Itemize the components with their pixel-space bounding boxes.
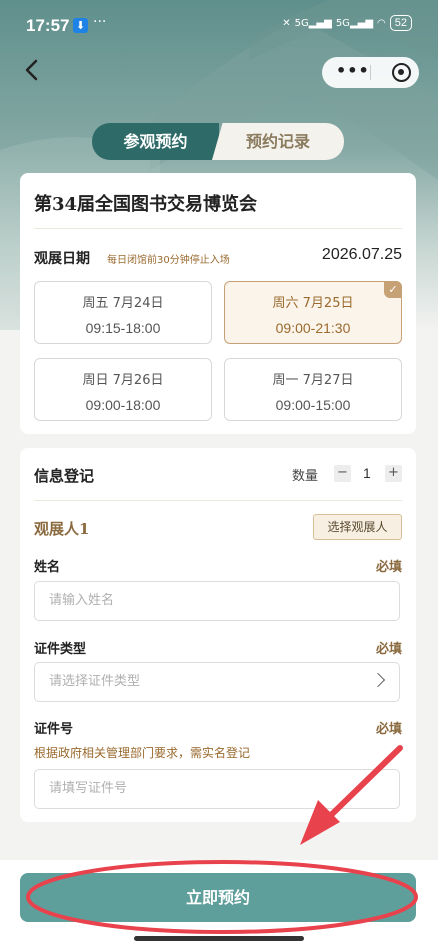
tab-bar: 参观预约 预约记录 <box>92 123 344 160</box>
id-number-required: 必填 <box>375 722 402 737</box>
visit-date-label: 观展日期 <box>34 251 90 267</box>
title-divider <box>34 228 402 229</box>
day-date: 周六 7月25日 <box>272 296 354 311</box>
id-number-label: 证件号 <box>34 722 74 737</box>
name-required: 必填 <box>375 560 402 575</box>
quantity-plus-button[interactable]: + <box>385 465 402 482</box>
day-hours: 09:15-18:00 <box>85 320 161 336</box>
id-type-placeholder: 请选择证件类型 <box>49 674 141 689</box>
quantity-value: 1 <box>363 465 371 481</box>
tab-visit-booking[interactable]: 参观预约 <box>92 123 219 160</box>
chevron-right-icon <box>370 672 386 688</box>
battery-icon: 52 <box>389 15 412 31</box>
close-program-icon[interactable] <box>392 63 411 82</box>
visit-date-note: 每日闭馆前30分钟停止入场 <box>107 255 230 266</box>
signal-icon-2: 5G▂▄▆ <box>335 17 374 29</box>
day-hours: 09:00-18:00 <box>85 397 161 413</box>
day-hours: 09:00-21:30 <box>275 320 351 336</box>
choose-visitor-button[interactable]: 选择观展人 <box>313 514 402 540</box>
capsule-divider <box>370 65 371 80</box>
quantity-label: 数量 <box>292 469 319 484</box>
event-date-card: 第34届全国图书交易博览会 观展日期 每日闭馆前30分钟停止入场 2026.07… <box>20 173 416 434</box>
id-type-select[interactable]: 请选择证件类型 <box>34 662 400 702</box>
day-hours: 09:00-15:00 <box>275 397 351 413</box>
status-time: 17:57 <box>26 16 70 35</box>
wifi-icon: ◠ <box>377 17 386 29</box>
mute-icon: ✕ <box>282 17 291 29</box>
visitor-label: 观展人1 <box>34 520 90 538</box>
day-option[interactable]: 周一 7月27日 09:00-15:00 <box>224 358 402 421</box>
name-input[interactable]: 请输入姓名 <box>34 581 400 621</box>
id-type-required: 必填 <box>375 642 402 657</box>
event-title: 第34届全国图书交易博览会 <box>34 194 258 215</box>
checkmark-icon: ✓ <box>384 281 402 298</box>
quantity-minus-button[interactable]: − <box>334 465 351 482</box>
name-label: 姓名 <box>34 560 61 575</box>
day-date: 周一 7月27日 <box>272 373 354 388</box>
tab-booking-records[interactable]: 预约记录 <box>212 123 344 160</box>
app-notification-icon: ⬇ <box>73 18 88 33</box>
registration-card: 信息登记 数量 − 1 + 观展人1 选择观展人 姓名 必填 请输入姓名 证件类… <box>20 448 416 822</box>
id-type-label: 证件类型 <box>34 642 87 657</box>
form-divider <box>34 500 402 501</box>
id-number-input[interactable]: 请填写证件号 <box>34 769 400 809</box>
day-option[interactable]: 周日 7月26日 09:00-18:00 <box>34 358 212 421</box>
mini-program-capsule: ••• <box>322 57 419 88</box>
day-date: 周五 7月24日 <box>82 296 164 311</box>
selected-date: 2026.07.25 <box>321 246 402 263</box>
day-date: 周日 7月26日 <box>82 373 164 388</box>
registration-title: 信息登记 <box>34 467 95 485</box>
home-indicator <box>134 936 304 941</box>
day-option[interactable]: 周五 7月24日 09:15-18:00 <box>34 281 212 344</box>
book-now-button[interactable]: 立即预约 <box>20 873 416 922</box>
day-option-selected[interactable]: 周六 7月25日 09:00-21:30 ✓ <box>224 281 402 344</box>
id-number-hint: 根据政府相关管理部门要求，需实名登记 <box>34 746 251 760</box>
more-menu-icon[interactable]: ••• <box>336 61 370 80</box>
status-more: ··· <box>93 14 107 30</box>
status-bar: 17:57 ⬇ ··· ✕ 5G▂▄▆ 5G▂▄▆ ◠ 52 <box>0 0 438 44</box>
signal-icon-1: 5G▂▄▆ <box>294 17 332 29</box>
back-icon[interactable] <box>20 56 44 84</box>
status-right: ✕ 5G▂▄▆ 5G▂▄▆ ◠ 52 <box>282 15 412 31</box>
